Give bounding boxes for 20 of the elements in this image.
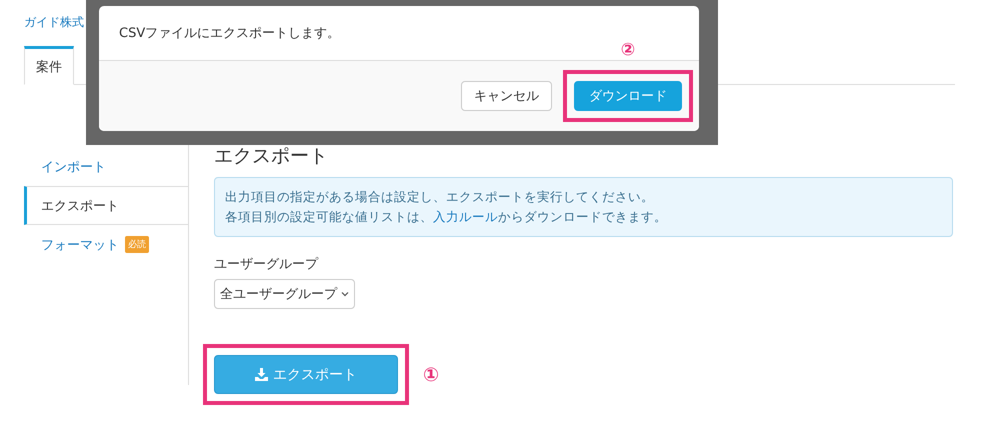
company-link[interactable]: ガイド株式 <box>24 14 84 31</box>
tab[interactable]: 案件 <box>24 46 74 85</box>
field-label: ユーザーグループ <box>214 256 320 273</box>
cancel-button[interactable]: キャンセル <box>461 81 552 111</box>
download-button[interactable]: ダウンロード <box>574 81 682 111</box>
step-marker: ① <box>423 364 440 386</box>
dialog-message: CSVファイルにエクスポートします。 <box>119 25 340 42</box>
sidebar-item[interactable]: フォーマット 必読 <box>24 225 188 264</box>
sidebar-item-label: フォーマット <box>41 236 119 254</box>
download-icon <box>255 368 268 381</box>
required-badge: 必読 <box>125 236 149 253</box>
info-message: 出力項目の指定がある場合は設定し、エクスポートを実行してください。 各項目別の設定可能な値リストは、入力ルールからダウンロードできます。 <box>214 177 953 237</box>
export-button[interactable]: エクスポート <box>214 355 398 394</box>
sidebar-item[interactable]: インポート <box>24 147 188 186</box>
chevron-down-icon <box>341 291 349 297</box>
rules-link[interactable]: 入力ルール <box>433 209 498 224</box>
user-group-select[interactable]: 全ユーザーグループ <box>214 279 355 309</box>
step-marker: ② <box>620 40 636 60</box>
page-heading: エクスポート <box>214 145 329 167</box>
sidebar-item[interactable]: エクスポート <box>24 186 188 225</box>
